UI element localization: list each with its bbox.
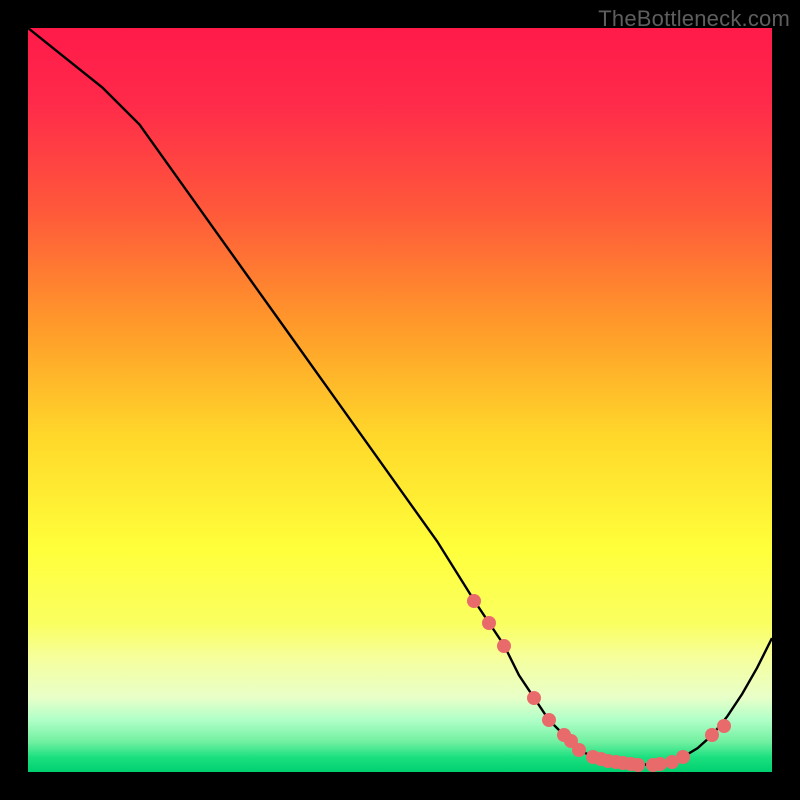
marker-dot <box>527 691 541 705</box>
marker-dot <box>497 639 511 653</box>
plot-area <box>28 28 772 772</box>
marker-dot <box>631 758 645 772</box>
marker-dot <box>717 719 731 733</box>
marker-dot <box>676 750 690 764</box>
curve-svg <box>28 28 772 772</box>
chart-container: TheBottleneck.com <box>0 0 800 800</box>
marker-dot <box>572 743 586 757</box>
bottleneck-curve <box>28 28 772 765</box>
watermark-text: TheBottleneck.com <box>598 6 790 32</box>
marker-dot <box>542 713 556 727</box>
